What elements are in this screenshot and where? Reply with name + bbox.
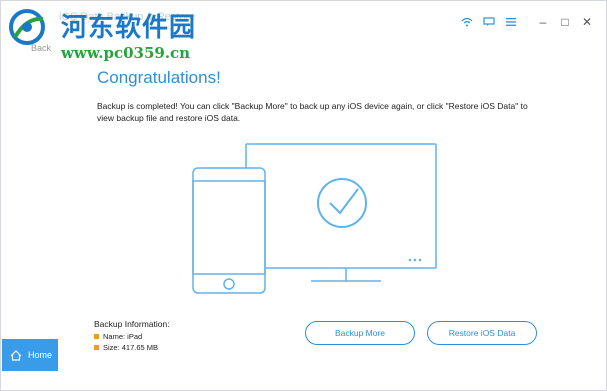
page-title: Congratulations! [97,68,221,87]
home-button[interactable]: Home [2,339,58,371]
home-label: Home [28,350,53,360]
backup-info: Backup Information: Name: iPad Size: 417… [94,319,170,352]
wifi-icon[interactable] [456,13,478,31]
restore-ios-data-button[interactable]: Restore iOS Data [427,321,537,345]
checkmark-icon [317,178,367,228]
backup-size: Size: 417.65 MB [103,343,159,352]
backup-name-row: Name: iPad [94,332,170,341]
completion-description: Backup is completed! You can click "Back… [97,101,528,123]
close-button[interactable]: ✕ [576,13,598,31]
watermark-logo-icon [9,9,45,45]
backup-size-row: Size: 417.65 MB [94,343,170,352]
back-button[interactable]: Back [31,43,51,53]
backup-name: Name: iPad [103,332,143,341]
backup-more-button[interactable]: Backup More [305,321,415,345]
title-bar: iOS Data Backup & Restore 河东软件园 www.pc03… [1,1,606,62]
bullet-icon [94,345,99,350]
phone-icon [192,167,266,294]
menu-icon[interactable] [500,13,522,31]
bullet-icon [94,334,99,339]
maximize-button[interactable]: □ [554,13,576,31]
toolbar-icons: – □ ✕ [456,13,598,31]
feedback-icon[interactable] [478,13,500,31]
app-window: iOS Data Backup & Restore 河东软件园 www.pc03… [0,0,607,391]
home-icon [10,349,22,361]
minimize-button[interactable]: – [532,13,554,31]
watermark-site-name: 河东软件园 [61,13,197,43]
backup-info-title: Backup Information: [94,319,170,329]
backup-complete-illustration [192,143,437,294]
watermark-url: www.pc0359.cn [61,44,191,62]
